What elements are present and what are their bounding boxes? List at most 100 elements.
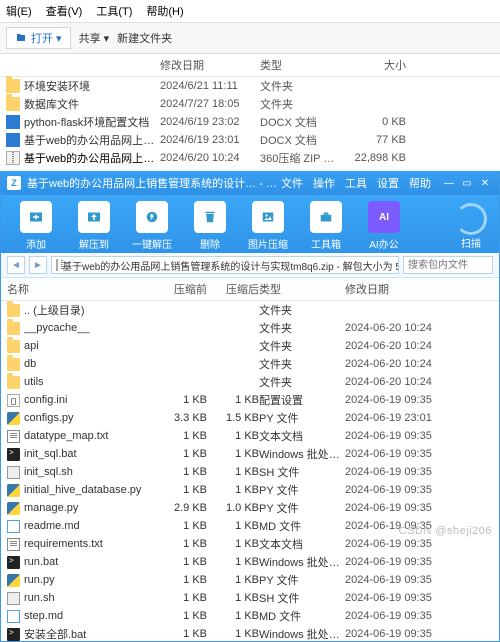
zip-row[interactable]: step.md 1 KB 1 KB MD 文件 2024-06-19 09:35 [1, 607, 499, 625]
file-type: 文件夹 [259, 302, 345, 318]
py-icon [7, 574, 20, 587]
file-name: config.ini [24, 394, 155, 406]
size-after: 1 KB [207, 628, 259, 640]
file-size: 77 KB [340, 134, 406, 146]
zip-row[interactable]: __pycache__ 文件夹 2024-06-20 10:24 [1, 319, 499, 337]
file-type: 360压缩 ZIP 文件 [260, 150, 340, 166]
zip-row[interactable]: utils 文件夹 2024-06-20 10:24 [1, 373, 499, 391]
open-icon [15, 32, 27, 44]
zip-row[interactable]: db 文件夹 2024-06-20 10:24 [1, 355, 499, 373]
open-button[interactable]: 打开 ▾ [6, 27, 71, 49]
col-size[interactable]: 大小 [340, 57, 406, 73]
file-date: 2024/7/27 18:05 [160, 98, 260, 110]
folder-icon [6, 79, 20, 93]
close-button[interactable]: ✕ [477, 176, 493, 190]
zip-titlebar: Z 基于web的办公用品网上销售管理系统的设计… - 360压缩 文件 操作 工… [1, 171, 499, 195]
search-input[interactable] [403, 256, 493, 274]
oneclick-icon [143, 208, 161, 226]
menu-help[interactable]: 帮助(H) [146, 3, 183, 19]
file-type: 配置设置 [259, 392, 345, 408]
menu-view[interactable]: 查看(V) [46, 3, 83, 19]
share-button[interactable]: 共享 ▾ [79, 30, 110, 46]
file-date: 2024-06-19 09:35 [345, 484, 493, 496]
zip-row[interactable]: datatype_map.txt 1 KB 1 KB 文本文档 2024-06-… [1, 427, 499, 445]
size-before: 1 KB [155, 538, 207, 550]
bat-icon [7, 556, 20, 569]
zip-row[interactable]: .. (上级目录) 文件夹 [1, 301, 499, 319]
zip-row[interactable]: configs.py 3.3 KB 1.5 KB PY 文件 2024-06-1… [1, 409, 499, 427]
link-ops[interactable]: 操作 [313, 175, 335, 191]
zip-row[interactable]: 安装全部.bat 1 KB 1 KB Windows 批处理… 2024-06-… [1, 625, 499, 641]
link-file[interactable]: 文件 [281, 175, 303, 191]
file-type: PY 文件 [259, 410, 345, 426]
address-bar[interactable]: 基于web的办公用品网上销售管理系统的设计与实现tm8q6.zip - 解包大小… [51, 256, 399, 274]
zcol-before[interactable]: 压缩前 [155, 281, 207, 297]
zip-row[interactable]: config.ini 1 KB 1 KB 配置设置 2024-06-19 09:… [1, 391, 499, 409]
size-after: 1 KB [207, 448, 259, 460]
py-icon [7, 412, 20, 425]
zip-row[interactable]: requirements.txt 1 KB 1 KB 文本文档 2024-06-… [1, 535, 499, 553]
nav-back[interactable]: ◄ [7, 256, 25, 274]
tool-extract[interactable]: 解压到 [67, 201, 121, 251]
menu-edit[interactable]: 辑(E) [6, 3, 32, 19]
tool-ai[interactable]: AIAI办公 [357, 201, 411, 251]
tool-toolbox[interactable]: 工具箱 [299, 201, 353, 251]
zip-row[interactable]: run.bat 1 KB 1 KB Windows 批处理… 2024-06-1… [1, 553, 499, 571]
zip-row[interactable]: init_sql.bat 1 KB 1 KB Windows 批处理… 2024… [1, 445, 499, 463]
tool-imgcompress[interactable]: 图片压缩 [241, 201, 295, 251]
tool-scan[interactable]: 扫描 [451, 201, 491, 251]
tool-oneclick[interactable]: 一键解压 [125, 201, 179, 251]
link-settings[interactable]: 设置 [377, 175, 399, 191]
nav-fwd[interactable]: ► [29, 256, 47, 274]
file-type: PY 文件 [259, 482, 345, 498]
col-date[interactable]: 修改日期 [160, 57, 260, 73]
menu-tools[interactable]: 工具(T) [96, 3, 132, 19]
tool-add[interactable]: 添加 [9, 201, 63, 251]
explorer-row[interactable]: 数据库文件 2024/7/27 18:05 文件夹 [0, 95, 500, 113]
file-date: 2024-06-20 10:24 [345, 322, 493, 334]
size-before: 1 KB [155, 610, 207, 622]
minimize-button[interactable]: — [441, 176, 457, 190]
folder-icon [7, 340, 20, 353]
size-before: 1 KB [155, 448, 207, 460]
explorer-columns: 修改日期 类型 大小 [0, 54, 500, 77]
zip-row[interactable]: readme.md 1 KB 1 KB MD 文件 2024-06-19 09:… [1, 517, 499, 535]
file-name: init_sql.bat [24, 448, 155, 460]
col-type[interactable]: 类型 [260, 57, 340, 73]
scan-icon [455, 203, 487, 235]
size-before: 1 KB [155, 520, 207, 532]
link-help[interactable]: 帮助 [409, 175, 431, 191]
file-date: 2024-06-19 09:35 [345, 520, 493, 532]
file-date: 2024-06-19 09:35 [345, 502, 493, 514]
new-folder-button[interactable]: 新建文件夹 [117, 30, 172, 46]
zcol-after[interactable]: 压缩后 [207, 281, 259, 297]
size-before: 1 KB [155, 466, 207, 478]
zip-file-list: .. (上级目录) 文件夹 __pycache__ 文件夹 2024-06-20… [1, 301, 499, 641]
zip-row[interactable]: manage.py 2.9 KB 1.0 KB PY 文件 2024-06-19… [1, 499, 499, 517]
tool-delete[interactable]: 删除 [183, 201, 237, 251]
size-before: 1 KB [155, 574, 207, 586]
zip-row[interactable]: initial_hive_database.py 1 KB 1 KB PY 文件… [1, 481, 499, 499]
link-tools[interactable]: 工具 [345, 175, 367, 191]
file-name: step.md [24, 610, 155, 622]
size-after: 1 KB [207, 394, 259, 406]
size-after: 1 KB [207, 610, 259, 622]
file-type: DOCX 文档 [260, 114, 340, 130]
explorer-row[interactable]: python-flask环境配置文档 2024/6/19 23:02 DOCX … [0, 113, 500, 131]
explorer-row[interactable]: 基于web的办公用品网上销售管理系统的设计与实现tm8q6 2024/6/19 … [0, 131, 500, 149]
explorer-row[interactable]: 基于web的办公用品网上销售管理系统的设计与实现tm8q6 2024/6/20 … [0, 149, 500, 167]
maximize-button[interactable]: ▭ [459, 176, 475, 190]
zip-row[interactable]: run.sh 1 KB 1 KB SH 文件 2024-06-19 09:35 [1, 589, 499, 607]
zip-row[interactable]: init_sql.sh 1 KB 1 KB SH 文件 2024-06-19 0… [1, 463, 499, 481]
file-name: 基于web的办公用品网上销售管理系统的设计与实现tm8q6 [24, 132, 160, 148]
file-name: api [24, 340, 155, 352]
file-type: 文件夹 [259, 374, 345, 390]
window-title: 基于web的办公用品网上销售管理系统的设计… - 360压缩 [27, 175, 281, 191]
zip-row[interactable]: api 文件夹 2024-06-20 10:24 [1, 337, 499, 355]
zcol-name[interactable]: 名称 [7, 281, 155, 297]
zcol-date[interactable]: 修改日期 [345, 281, 493, 297]
explorer-row[interactable]: 环境安装环境 2024/6/21 11:11 文件夹 [0, 77, 500, 95]
zcol-type[interactable]: 类型 [259, 281, 345, 297]
file-name: run.sh [24, 592, 155, 604]
zip-row[interactable]: run.py 1 KB 1 KB PY 文件 2024-06-19 09:35 [1, 571, 499, 589]
